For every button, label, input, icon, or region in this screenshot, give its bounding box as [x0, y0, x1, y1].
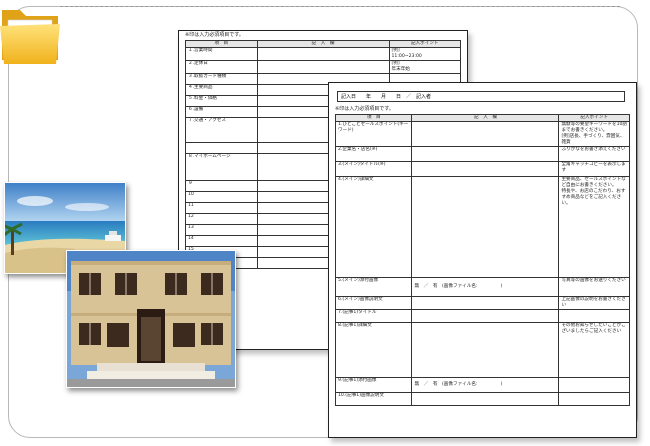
column-header-item: 項 目	[334, 114, 413, 122]
row-label: 4.(メイン)詳細文	[334, 176, 413, 278]
entry-cell[interactable]	[411, 176, 560, 278]
row-label: 9.(記事1)添付画像	[334, 377, 413, 393]
column-header-item: 項 目	[185, 40, 258, 48]
entry-cell[interactable]	[411, 322, 560, 378]
row-label: 12	[185, 213, 258, 225]
column-header-entry: 記 入 欄	[411, 114, 560, 122]
entry-date-line: 記入日 年 月 日 ／ 記入者	[337, 91, 625, 102]
entry-cell[interactable]	[411, 309, 560, 323]
row-label	[185, 142, 258, 154]
row-label: ６.設備	[185, 106, 258, 118]
row-label: 13	[185, 224, 258, 236]
point-cell: その他お知らせしたいことがございましたらご記入ください	[558, 322, 630, 378]
entry-cell[interactable]	[411, 146, 560, 162]
point-cell: ふりがなをお書き添えください	[558, 146, 630, 162]
required-note: ※印は入力必須項目です。	[185, 32, 244, 38]
point-cell: 写真等の画像をお送りください	[558, 277, 630, 297]
form-table-2: 項 目 記 入 欄 記入ポイント 1.ひとことセールスポイント(キーワード) 無駄…	[334, 114, 630, 406]
table-row: 7.(記事1)タイトル	[334, 309, 630, 323]
row-label: 2.企業名・店名(※)	[334, 146, 413, 162]
point-cell: 無駄等の要望キーワードを10語までお書きください。 [例]店長、手づくり、雰囲気…	[558, 121, 630, 147]
table-row: 6.(メイン)画像説明文 上記画像の説明をお書きください	[334, 296, 630, 310]
row-label: 3.(メイン)タイトル(※)	[334, 161, 413, 177]
entry-cell[interactable]	[411, 121, 560, 147]
point-cell: 全角キャッチコピーを表示します	[558, 161, 630, 177]
row-label: 10.(記事1)画像説明文	[334, 392, 413, 406]
entry-cell[interactable]	[411, 296, 560, 310]
column-header-point: 記入ポイント	[558, 114, 630, 122]
table-row: 9.(記事1)添付画像無 ／ 有 (画像ファイル名: )	[334, 377, 630, 393]
table-row: ２.定休日 [例] 年末年始	[185, 60, 461, 74]
row-label: 7.(記事1)タイトル	[334, 309, 413, 323]
row-label: ８.マイホームページ	[185, 153, 258, 181]
row-label: 11	[185, 202, 258, 214]
row-label: 14	[185, 235, 258, 247]
table-row: 4.(メイン)詳細文 主要商品、セールスポイントなど自由にお書きください。 特長や…	[334, 176, 630, 278]
table-row: 8.(記事1)詳細文 その他お知らせしたいことがございましたらご記入ください	[334, 322, 630, 378]
entry-cell[interactable]: 無 ／ 有 (画像ファイル名: )	[411, 377, 560, 393]
table-row: 1.ひとことセールスポイント(キーワード) 無駄等の要望キーワードを10語までお書…	[334, 121, 630, 147]
top-dashed-line	[60, 6, 620, 7]
point-cell: 上記画像の説明をお書きください	[558, 296, 630, 310]
form-sheet-front: 記入日 年 月 日 ／ 記入者 ※印は入力必須項目です。 項 目 記 入 欄 記…	[328, 82, 637, 438]
entry-cell[interactable]	[256, 60, 390, 74]
row-label: 5.(メイン)添付画像	[334, 277, 413, 297]
table-row: １.営業時間 [例] 11:00~23:00	[185, 47, 461, 61]
entry-cell[interactable]	[256, 47, 390, 61]
table-row: 10.(記事1)画像説明文	[334, 392, 630, 406]
column-header-point: 記入ポイント	[388, 40, 461, 48]
entry-cell[interactable]	[411, 161, 560, 177]
point-cell: 主要商品、セールスポイントなど自由にお書きください。 特長や、お店のこだわり、お…	[558, 176, 630, 278]
folder-icon	[0, 10, 60, 64]
row-label: ３.取扱カード種類	[185, 73, 258, 85]
row-label: ２.定休日	[185, 60, 258, 74]
entry-cell[interactable]	[411, 392, 560, 406]
entry-cell[interactable]: 無 ／ 有 (画像ファイル名: )	[411, 277, 560, 297]
row-label: 1.ひとことセールスポイント(キーワード)	[334, 121, 413, 147]
required-note: ※印は入力必須項目です。	[335, 106, 394, 112]
row-label: ７.交通・アクセス	[185, 117, 258, 143]
column-header-entry: 記 入 欄	[256, 40, 390, 48]
table-row: 5.(メイン)添付画像無 ／ 有 (画像ファイル名: ) 写真等の画像をお送りくだ…	[334, 277, 630, 297]
row-label: 6.(メイン)画像説明文	[334, 296, 413, 310]
table-row: 3.(メイン)タイトル(※) 全角キャッチコピーを表示します	[334, 161, 630, 177]
row-label: 8.(記事1)詳細文	[334, 322, 413, 378]
point-cell	[558, 309, 630, 323]
point-cell: [例] 年末年始	[388, 60, 461, 74]
row-label: ９	[185, 180, 258, 192]
point-cell	[558, 392, 630, 406]
point-cell: [例] 11:00~23:00	[388, 47, 461, 61]
row-label: ５.料金・価格	[185, 95, 258, 107]
row-label: ４.主要商品	[185, 84, 258, 96]
row-label: １.営業時間	[185, 47, 258, 61]
point-cell	[558, 377, 630, 393]
row-label: 10	[185, 191, 258, 203]
table-row: 2.企業名・店名(※) ふりがなをお書き添えください	[334, 146, 630, 162]
building-photo	[66, 250, 236, 388]
